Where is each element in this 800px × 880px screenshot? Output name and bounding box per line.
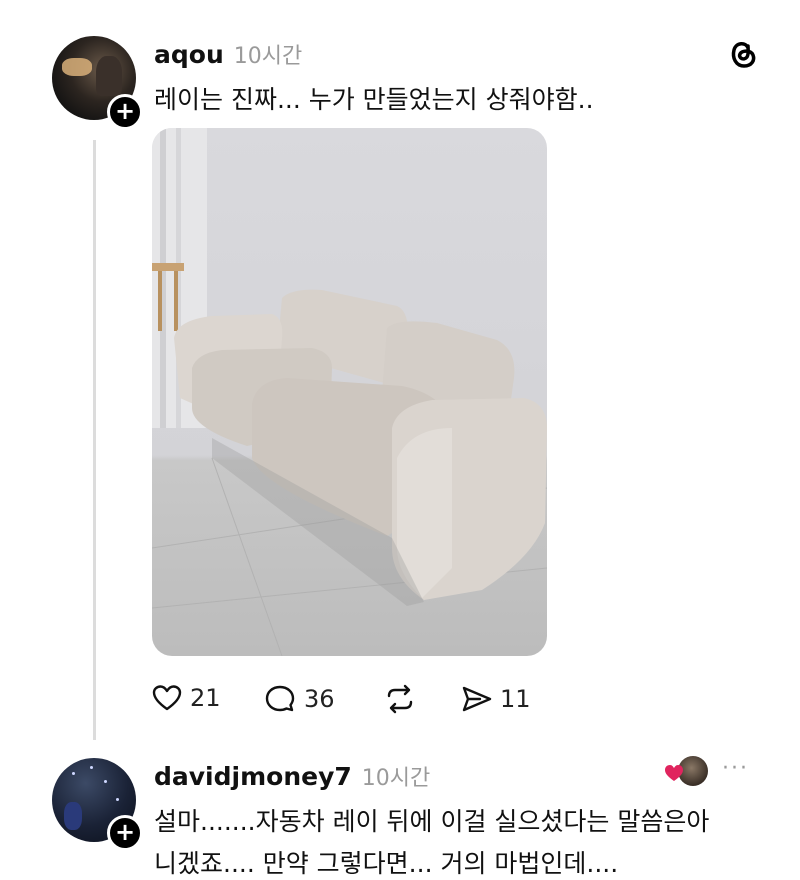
avatar-photo-detail xyxy=(116,798,119,801)
reply-header: davidjmoney7 10시간 xyxy=(154,760,430,792)
post-time: 10시간 xyxy=(233,44,303,69)
avatar-photo-detail xyxy=(62,58,92,76)
liked-heart-icon xyxy=(664,764,684,786)
avatar-photo-detail xyxy=(96,56,122,96)
comment-icon xyxy=(264,684,296,714)
share-count: 11 xyxy=(500,685,531,713)
post-username[interactable]: aqou xyxy=(154,40,224,69)
avatar-photo-detail xyxy=(72,772,75,775)
heart-icon xyxy=(152,684,182,712)
avatar-photo-detail xyxy=(64,802,82,830)
comment-count: 36 xyxy=(304,685,335,713)
threads-logo-icon[interactable] xyxy=(726,36,760,70)
more-options-button[interactable]: ··· xyxy=(722,756,749,781)
sofa-illustration xyxy=(152,128,547,656)
reply-username[interactable]: davidjmoney7 xyxy=(154,762,352,791)
repost-button[interactable] xyxy=(383,684,417,714)
reply-text-line1: 설마.......자동차 레이 뒤에 이걸 실으셨다는 말씀은아 xyxy=(154,807,710,836)
like-button[interactable]: 21 xyxy=(152,684,221,712)
post-header: aqou 10시간 xyxy=(154,38,302,70)
post-image-sofa[interactable] xyxy=(152,128,547,656)
avatar-photo-detail xyxy=(90,766,93,769)
follow-plus-icon[interactable]: + xyxy=(107,94,143,130)
post-text: 레이는 진짜... 누가 만들었는지 상줘야함.. xyxy=(154,85,594,114)
thread-connector-line xyxy=(93,140,96,740)
comment-button[interactable]: 36 xyxy=(264,684,335,714)
repost-icon xyxy=(383,684,417,714)
share-button[interactable]: 11 xyxy=(460,684,531,714)
avatar-photo-detail xyxy=(104,780,107,783)
reply-text-line2: 니겠죠.... 만약 그렇다면... 거의 마법인데.... xyxy=(154,849,619,878)
follow-plus-icon[interactable]: + xyxy=(107,815,143,851)
send-icon xyxy=(460,684,494,714)
reply-time: 10시간 xyxy=(361,766,431,791)
author-liked-indicator xyxy=(664,756,708,788)
like-count: 21 xyxy=(190,684,221,712)
